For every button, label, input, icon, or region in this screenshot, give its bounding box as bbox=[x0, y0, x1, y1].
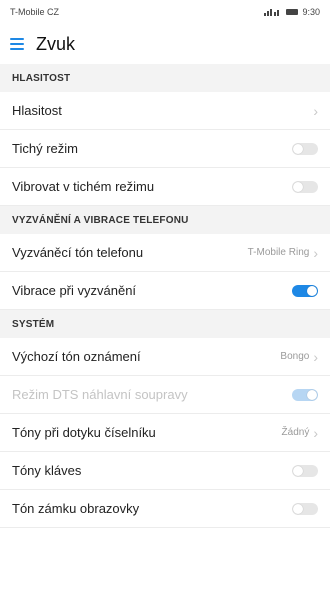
battery-icon bbox=[286, 9, 299, 15]
page-title: Zvuk bbox=[36, 33, 76, 54]
row-dts-rezim: Režim DTS náhlavní soupravy bbox=[0, 376, 330, 414]
chevron-right-icon: › bbox=[313, 348, 318, 365]
menu-icon[interactable] bbox=[10, 38, 24, 50]
notification-tone-value: Bongo bbox=[280, 351, 310, 362]
row-vychozi-ton-oznameni[interactable]: Výchozí tón oznámení Bongo › bbox=[0, 338, 330, 376]
row-tichy-rezim[interactable]: Tichý režim bbox=[0, 130, 330, 168]
row-vibrace-pri-vyzvaneni[interactable]: Vibrace při vyzvánění bbox=[0, 272, 330, 310]
toggle-switch[interactable] bbox=[292, 142, 318, 155]
section-header-vyzvaneni: VYZVÁNĚNÍ A VIBRACE TELEFONU bbox=[0, 206, 330, 234]
toggle-switch bbox=[292, 388, 318, 401]
row-tony-ciselniku[interactable]: Tóny při dotyku číselníku Žádný › bbox=[0, 414, 330, 452]
carrier-label: T-Mobile CZ bbox=[10, 7, 60, 17]
row-vyzvaneci-ton[interactable]: Vyzváněcí tón telefonu T-Mobile Ring › bbox=[0, 234, 330, 272]
toggle-switch[interactable] bbox=[292, 284, 318, 297]
row-tony-klaves[interactable]: Tóny kláves bbox=[0, 452, 330, 490]
ringtone-value: T-Mobile Ring bbox=[247, 247, 310, 258]
row-ton-zamku[interactable]: Tón zámku obrazovky bbox=[0, 490, 330, 528]
chevron-right-icon: › bbox=[313, 244, 318, 261]
clock: 9:30 bbox=[302, 7, 320, 17]
chevron-right-icon: › bbox=[313, 424, 318, 441]
signal-icon bbox=[264, 9, 280, 16]
toggle-switch[interactable] bbox=[292, 502, 318, 515]
row-vibrovat-tichem[interactable]: Vibrovat v tichém režimu bbox=[0, 168, 330, 206]
row-hlasitost[interactable]: Hlasitost › bbox=[0, 92, 330, 130]
chevron-right-icon: › bbox=[313, 102, 318, 119]
status-icons: 9:30 bbox=[264, 7, 320, 17]
toggle-switch[interactable] bbox=[292, 464, 318, 477]
dialpad-tone-value: Žádný bbox=[281, 427, 310, 438]
toggle-switch[interactable] bbox=[292, 180, 318, 193]
app-bar: Zvuk bbox=[0, 24, 330, 64]
section-header-system: SYSTÉM bbox=[0, 310, 330, 338]
status-bar: T-Mobile CZ 9:30 bbox=[0, 0, 330, 24]
section-header-hlasitost: HLASITOST bbox=[0, 64, 330, 92]
